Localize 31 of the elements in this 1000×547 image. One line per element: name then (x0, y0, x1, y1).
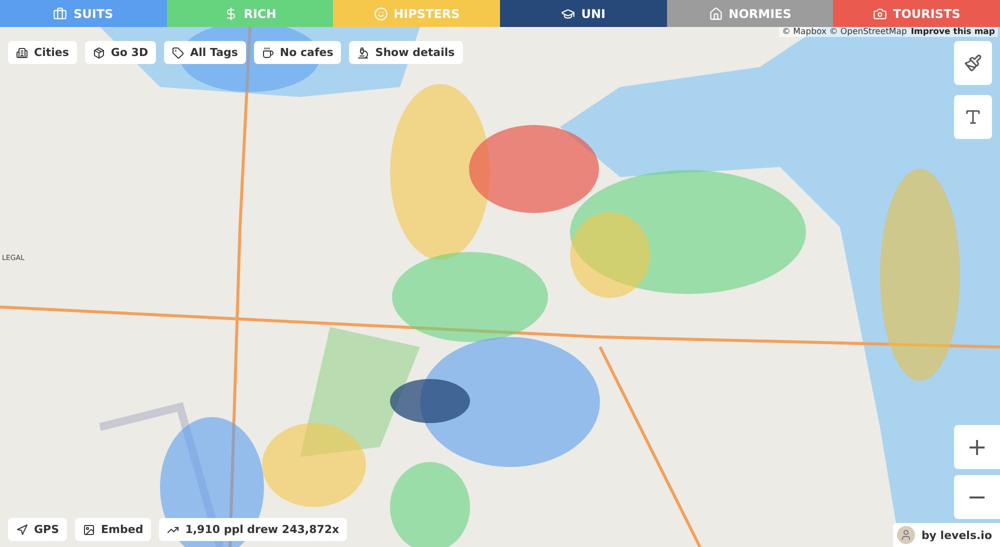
map-control-button[interactable]: No cafes (254, 41, 342, 64)
navigation-arrow-icon (16, 524, 28, 536)
tag-icon (172, 46, 184, 58)
text-icon (964, 108, 982, 126)
microscope-icon (357, 46, 370, 58)
improve-map-link[interactable]: Improve this map (910, 27, 995, 37)
cup-icon (262, 46, 274, 58)
avatar-icon (897, 526, 916, 544)
map-control-button[interactable]: GPS (8, 518, 68, 541)
map-control-button[interactable]: 1,910 ppl drew 243,872x (159, 518, 348, 541)
building-icon (16, 46, 28, 58)
camera-icon (873, 6, 888, 20)
picture-icon (83, 524, 96, 536)
text-tool-button[interactable] (954, 95, 992, 139)
briefcase-icon (53, 6, 68, 20)
category-tab[interactable]: UNI (500, 0, 667, 27)
graduation-cap-icon (561, 6, 576, 20)
house-icon (708, 6, 723, 20)
face-icon (374, 6, 388, 20)
map-control-button[interactable]: All Tags (164, 41, 246, 64)
brush-icon (964, 54, 982, 72)
attribution-text: © Mapbox © OpenStreetMap (782, 27, 907, 37)
package-icon (92, 46, 105, 58)
map-control-button[interactable]: Go 3D (84, 41, 156, 64)
map-control-button[interactable]: Show details (349, 41, 463, 64)
brush-button[interactable] (954, 41, 992, 85)
map-control-button[interactable]: Cities (8, 41, 77, 64)
map-control-button[interactable]: Embed (75, 518, 152, 541)
zoom-out-button[interactable]: − (954, 475, 1000, 519)
zoom-in-button[interactable]: + (954, 425, 1000, 469)
author-link[interactable]: by levels.io (893, 523, 1000, 547)
